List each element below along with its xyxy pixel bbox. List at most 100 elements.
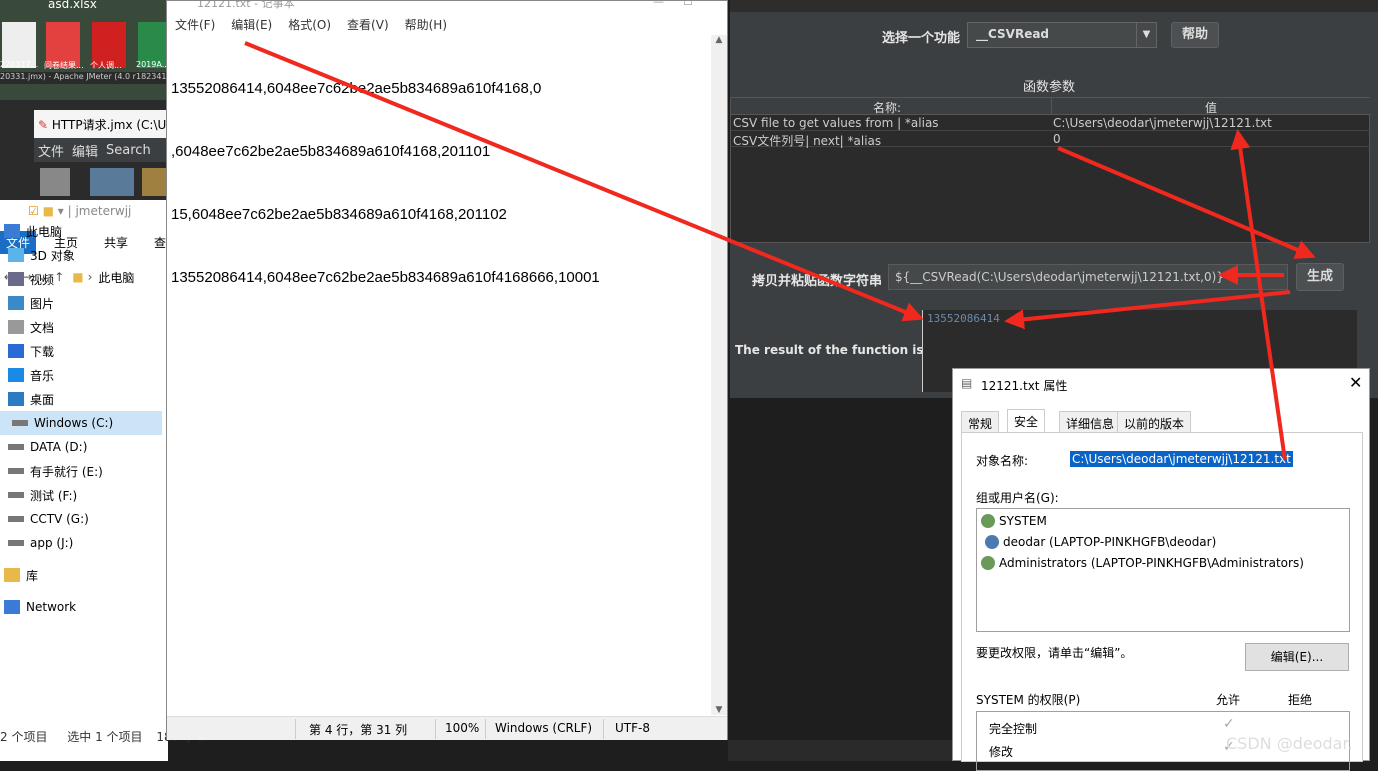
sidebar-item-label: 文档 — [30, 320, 55, 335]
sidebar-item[interactable]: 视频 — [8, 267, 54, 291]
sidebar-item-label: 下载 — [30, 344, 55, 359]
desktop-area: asd.xlsx 220317... 问卷结果... 个人调... 2019A.… — [0, 0, 172, 100]
scroll-down-icon[interactable]: ▼ — [711, 705, 727, 715]
function-string-field[interactable]: ${__CSVRead(C:\Users\deodar\jmeterwjj\12… — [888, 264, 1288, 290]
sidebar-item[interactable]: 音乐 — [8, 363, 54, 387]
maximize-icon[interactable]: ☐ — [683, 1, 693, 8]
menu-file[interactable]: 文件 — [38, 141, 64, 160]
tab-security[interactable]: 安全 — [1007, 409, 1046, 433]
sidebar-item-label: app (J:) — [30, 536, 74, 550]
sidebar-item-label: 有手就行 (E:) — [30, 464, 103, 479]
scroll-up-icon[interactable]: ▲ — [711, 35, 727, 45]
desktop-icon-label: 个人调... — [90, 61, 122, 70]
menu-edit[interactable]: 编辑 — [72, 141, 98, 160]
tab-previous-versions[interactable]: 以前的版本 — [1117, 411, 1192, 433]
text-line: 13552086414,6048ee7c62be2ae5b834689a610f… — [171, 269, 600, 286]
status-position: 第 4 行，第 31 列 — [309, 723, 408, 737]
users-label: 组或用户名(G): — [976, 491, 1059, 505]
download-icon — [8, 344, 24, 358]
desktop-icon-label: 2019A... — [136, 60, 170, 69]
drive-icon — [8, 492, 24, 498]
open-icon[interactable] — [142, 168, 168, 196]
help-button[interactable]: 帮助 — [1171, 22, 1219, 48]
notepad-menubar: 文件(F) 编辑(E) 格式(O) 查看(V) 帮助(H) — [167, 13, 727, 35]
video-icon — [8, 272, 24, 286]
user-icon — [985, 535, 999, 549]
text-line: 13552086414,6048ee7c62be2ae5b834689a610f… — [171, 80, 542, 97]
sidebar-item[interactable]: CCTV (G:) — [8, 507, 89, 531]
sidebar-item[interactable]: 测试 (F:) — [8, 483, 77, 507]
sidebar-item-label: Network — [26, 600, 77, 614]
ribbon-tab-view[interactable]: 查 — [154, 234, 166, 251]
desktop-icon-label: 问卷结果... — [44, 61, 84, 70]
edit-hint: 要更改权限，请单击“编辑”。 — [976, 646, 1133, 660]
deny-header: 拒绝 — [1288, 693, 1313, 707]
function-select[interactable]: __CSVRead ▼ — [967, 22, 1157, 48]
notepad-titlebar: 12121.txt - 记事本 — ☐ — [167, 1, 727, 13]
sidebar-item[interactable]: 文档 — [8, 315, 54, 339]
security-panel: 对象名称: C:\Users\deodar\jmeterwjj\12121.tx… — [961, 432, 1363, 771]
sidebar-item-label: CCTV (G:) — [30, 512, 89, 526]
status-line-ending: Windows (CRLF) — [495, 721, 593, 735]
param-value[interactable]: C:\Users\deodar\jmeterwjj\12121.txt — [1053, 116, 1272, 130]
object-name-value[interactable]: C:\Users\deodar\jmeterwjj\12121.txt — [1070, 451, 1293, 467]
document-icon — [8, 320, 24, 334]
network-icon — [4, 600, 20, 614]
status-selected: 选中 1 个项目 — [67, 730, 143, 744]
sidebar-item[interactable]: 3D 对象 — [8, 243, 75, 267]
text-line: 15,6048ee7c62be2ae5b834689a610f4168,2011… — [171, 206, 507, 223]
drive-icon — [12, 420, 28, 426]
sidebar-item[interactable]: 库 — [4, 563, 38, 587]
file-explorer: ☑ ■ ▾ | jmeterwjj 文件 主页 共享 查 ← → ⌄ ↑ ■ ›… — [0, 200, 207, 761]
menu-help[interactable]: 帮助(H) — [405, 16, 447, 33]
users-list[interactable]: SYSTEM deodar (LAPTOP-PINKHGFB\deodar) A… — [976, 508, 1350, 632]
desktop-file-label: asd.xlsx — [48, 0, 97, 11]
up-icon[interactable]: ↑ — [54, 270, 64, 284]
tab-general[interactable]: 常规 — [961, 411, 1000, 433]
table-row[interactable]: CSV file to get values from | *alias C:\… — [731, 115, 1371, 131]
sidebar-item[interactable]: 此电脑 — [4, 219, 62, 243]
menu-format[interactable]: 格式(O) — [288, 16, 331, 33]
jmeter-window-title: 20331.jmx) - Apache JMeter (4.0 r1823414… — [0, 72, 170, 84]
sidebar-item[interactable]: app (J:) — [8, 531, 73, 555]
cube-icon — [8, 248, 24, 262]
list-item[interactable]: SYSTEM — [981, 511, 1047, 531]
ribbon-tab-share[interactable]: 共享 — [104, 234, 128, 251]
params-table: 名称: 值 CSV file to get values from | *ali… — [730, 97, 1371, 243]
sidebar-item[interactable]: Windows (C:) — [0, 411, 162, 435]
new-icon[interactable] — [40, 168, 70, 196]
vertical-scrollbar[interactable]: ▲ ▼ — [711, 35, 727, 715]
sidebar-item[interactable]: 图片 — [8, 291, 54, 315]
list-item[interactable]: deodar (LAPTOP-PINKHGFB\deodar) — [985, 532, 1216, 552]
param-value[interactable]: 0 — [1053, 132, 1061, 146]
notepad-text-area[interactable]: 13552086414,6048ee7c62be2ae5b834689a610f… — [171, 36, 711, 330]
edit-button[interactable]: 编辑(E)... — [1245, 643, 1349, 671]
checkbox-icon[interactable]: ☑ — [28, 204, 39, 218]
menu-view[interactable]: 查看(V) — [347, 16, 389, 33]
template-icon[interactable] — [90, 168, 134, 196]
desktop-icon — [8, 392, 24, 406]
tab-details[interactable]: 详细信息 — [1059, 411, 1122, 433]
http-request-title: ✎ HTTP请求.jmx (C:\U — [34, 110, 168, 138]
table-row[interactable]: CSV文件列号| next| *alias 0 — [731, 131, 1371, 148]
menu-edit[interactable]: 编辑(E) — [231, 16, 272, 33]
menu-file[interactable]: 文件(F) — [175, 16, 215, 33]
close-icon[interactable]: ✕ — [1349, 373, 1362, 392]
user-name: Administrators (LAPTOP-PINKHGFB\Administ… — [999, 556, 1304, 570]
param-name: CSV文件列号| next| *alias — [733, 134, 882, 148]
sidebar-item[interactable]: 桌面 — [8, 387, 54, 411]
sidebar-item[interactable]: DATA (D:) — [8, 435, 87, 459]
chevron-down-icon[interactable]: ▼ — [1136, 23, 1156, 47]
text-line: ,6048ee7c62be2ae5b834689a610f4168,201101 — [171, 143, 491, 160]
table-header: 名称: 值 — [731, 98, 1371, 115]
generate-button[interactable]: 生成 — [1296, 263, 1344, 291]
function-select-label: 选择一个功能 — [882, 31, 961, 46]
menu-search[interactable]: Search — [106, 143, 151, 158]
list-item[interactable]: Administrators (LAPTOP-PINKHGFB\Administ… — [981, 553, 1304, 573]
sidebar-item[interactable]: Network — [4, 595, 76, 619]
properties-dialog: ▤ 12121.txt 属性 ✕ 常规 安全 详细信息 以前的版本 对象名称: … — [952, 368, 1370, 771]
minimize-icon[interactable]: — — [653, 1, 664, 8]
permission-name: 修改 — [989, 745, 1014, 759]
sidebar-item[interactable]: 有手就行 (E:) — [8, 459, 103, 483]
sidebar-item[interactable]: 下载 — [8, 339, 54, 363]
